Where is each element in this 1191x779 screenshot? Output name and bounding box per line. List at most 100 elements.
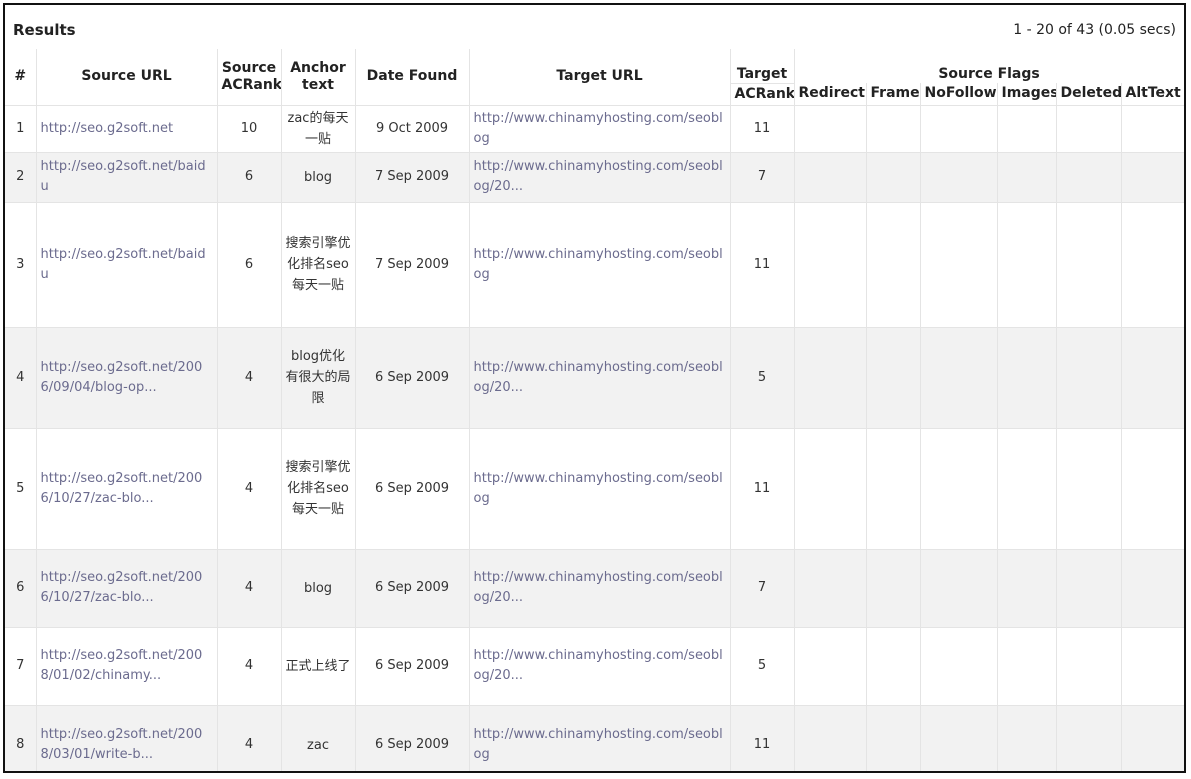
results-count: 1 - 20 of 43 (0.05 secs) (1013, 22, 1176, 38)
date-found-value: 9 Oct 2009 (355, 105, 470, 153)
target-url-link[interactable]: http://www.chinamyhosting.com/seoblog/20… (469, 327, 731, 429)
source-url-link[interactable]: http://seo.g2soft.net/2006/10/27/zac-blo… (36, 428, 218, 550)
flag-frame-cell (866, 549, 921, 628)
flag-deleted-cell (1056, 202, 1122, 328)
row-index: 1 (5, 105, 37, 153)
anchor-text-value: zac (281, 705, 356, 771)
target-url-link[interactable]: http://www.chinamyhosting.com/seoblog (469, 105, 731, 153)
target-acrank-value: 11 (730, 105, 795, 153)
flag-alttext-cell (1121, 549, 1184, 628)
flag-nofollow-cell (920, 549, 998, 628)
target-url-link[interactable]: http://www.chinamyhosting.com/seoblog (469, 202, 731, 328)
flag-images-cell (997, 202, 1057, 328)
flag-images-cell (997, 152, 1057, 203)
flag-deleted-cell (1056, 428, 1122, 550)
flag-alttext-cell (1121, 202, 1184, 328)
source-url-link[interactable]: http://seo.g2soft.net/2006/09/04/blog-op… (36, 327, 218, 429)
target-url-link[interactable]: http://www.chinamyhosting.com/seoblog (469, 705, 731, 771)
table-row[interactable]: 1 http://seo.g2soft.net 10 zac的每天一贴 9 Oct 20… (5, 105, 1184, 153)
col-header-target-acrank-top: Target (730, 49, 795, 84)
flag-nofollow-cell (920, 705, 998, 771)
anchor-text-value: blog优化有很大的局限 (281, 327, 356, 429)
row-index: 7 (5, 627, 37, 706)
col-header-alttext[interactable]: AltText (1121, 83, 1184, 106)
target-acrank-value: 7 (730, 549, 795, 628)
table-row[interactable]: 3 http://seo.g2soft.net/baidu 6 搜索引擎优化排名seo… (5, 202, 1184, 328)
flag-frame-cell (866, 202, 921, 328)
source-acrank-value: 4 (217, 549, 282, 628)
flag-frame-cell (866, 327, 921, 429)
col-header-target-url[interactable]: Target URL (469, 49, 731, 106)
table-row[interactable]: 8 http://seo.g2soft.net/2008/03/01/write-… (5, 705, 1184, 771)
flag-deleted-cell (1056, 627, 1122, 706)
target-acrank-value: 11 (730, 705, 795, 771)
table-row[interactable]: 4 http://seo.g2soft.net/2006/09/04/blog-o… (5, 327, 1184, 429)
col-header-source-acrank[interactable]: Source ACRank (217, 49, 282, 106)
row-index: 2 (5, 152, 37, 203)
results-title: Results (13, 21, 76, 39)
table-row[interactable]: 7 http://seo.g2soft.net/2008/01/02/chinam… (5, 627, 1184, 706)
source-url-link[interactable]: http://seo.g2soft.net/2008/01/02/chinamy… (36, 627, 218, 706)
results-rows: 1 http://seo.g2soft.net 10 zac的每天一贴 9 Oct 20… (5, 105, 1184, 771)
flag-redirect-cell (794, 105, 867, 153)
target-acrank-value: 5 (730, 327, 795, 429)
flag-frame-cell (866, 705, 921, 771)
flag-redirect-cell (794, 327, 867, 429)
target-acrank-value: 11 (730, 202, 795, 328)
source-acrank-value: 4 (217, 327, 282, 429)
date-found-value: 7 Sep 2009 (355, 202, 470, 328)
flag-alttext-cell (1121, 705, 1184, 771)
flag-nofollow-cell (920, 152, 998, 203)
anchor-text-value: blog (281, 549, 356, 628)
anchor-text-value: 正式上线了 (281, 627, 356, 706)
target-url-link[interactable]: http://www.chinamyhosting.com/seoblog/20… (469, 627, 731, 706)
target-url-link[interactable]: http://www.chinamyhosting.com/seoblog (469, 428, 731, 550)
flag-alttext-cell (1121, 327, 1184, 429)
col-header-redirect[interactable]: Redirect (794, 83, 867, 106)
flag-deleted-cell (1056, 549, 1122, 628)
target-acrank-value: 11 (730, 428, 795, 550)
col-header-images[interactable]: Images (997, 83, 1057, 106)
col-header-nofollow[interactable]: NoFollow (920, 83, 998, 106)
flag-images-cell (997, 627, 1057, 706)
col-header-index[interactable]: # (5, 49, 37, 106)
flag-alttext-cell (1121, 152, 1184, 203)
row-index: 6 (5, 549, 37, 628)
flag-nofollow-cell (920, 105, 998, 153)
table-row[interactable]: 5 http://seo.g2soft.net/2006/10/27/zac-bl… (5, 428, 1184, 550)
source-acrank-value: 4 (217, 705, 282, 771)
col-header-source-url[interactable]: Source URL (36, 49, 218, 106)
flag-redirect-cell (794, 627, 867, 706)
table-row[interactable]: 2 http://seo.g2soft.net/baidu 6 blog 7 Sep 2… (5, 152, 1184, 203)
source-acrank-value: 6 (217, 152, 282, 203)
source-url-link[interactable]: http://seo.g2soft.net/baidu (36, 202, 218, 328)
table-row[interactable]: 6 http://seo.g2soft.net/2006/10/27/zac-bl… (5, 549, 1184, 628)
date-found-value: 6 Sep 2009 (355, 327, 470, 429)
target-url-link[interactable]: http://www.chinamyhosting.com/seoblog/20… (469, 549, 731, 628)
flag-nofollow-cell (920, 627, 998, 706)
flag-frame-cell (866, 627, 921, 706)
anchor-text-value: zac的每天一贴 (281, 105, 356, 153)
target-acrank-value: 7 (730, 152, 795, 203)
source-acrank-value: 10 (217, 105, 282, 153)
source-acrank-value: 6 (217, 202, 282, 328)
source-url-link[interactable]: http://seo.g2soft.net/2006/10/27/zac-blo… (36, 549, 218, 628)
target-url-link[interactable]: http://www.chinamyhosting.com/seoblog/20… (469, 152, 731, 203)
row-index: 3 (5, 202, 37, 328)
col-header-deleted[interactable]: Deleted (1056, 83, 1122, 106)
flag-alttext-cell (1121, 428, 1184, 550)
anchor-text-value: 搜索引擎优化排名seo每天一贴 (281, 428, 356, 550)
flag-images-cell (997, 105, 1057, 153)
col-header-source-flags: Source Flags (794, 49, 1184, 83)
col-header-frame[interactable]: Frame (866, 83, 921, 106)
source-url-link[interactable]: http://seo.g2soft.net/2008/03/01/write-b… (36, 705, 218, 771)
flag-frame-cell (866, 105, 921, 153)
col-header-anchor-text[interactable]: Anchor text (281, 49, 356, 106)
flag-redirect-cell (794, 428, 867, 550)
source-url-link[interactable]: http://seo.g2soft.net/baidu (36, 152, 218, 203)
col-header-date-found[interactable]: Date Found (355, 49, 470, 106)
flag-frame-cell (866, 152, 921, 203)
col-header-target-acrank[interactable]: ACRank (730, 83, 795, 106)
flag-alttext-cell (1121, 627, 1184, 706)
source-url-link[interactable]: http://seo.g2soft.net (36, 105, 218, 153)
